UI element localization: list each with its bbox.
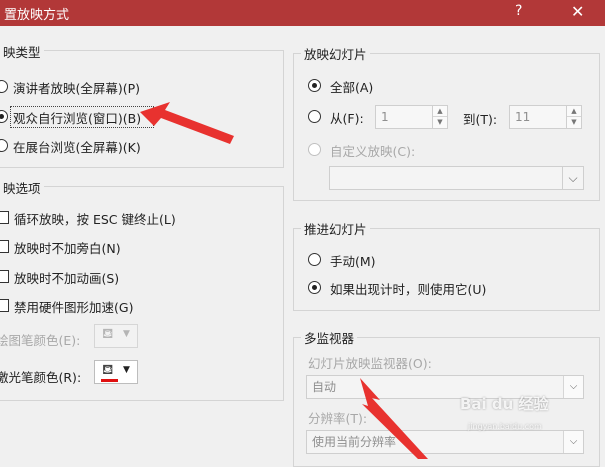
checkbox-loop[interactable] [0,211,9,224]
monitor-select-value: 自动 [312,380,337,394]
paint-bucket-icon: ⛾ [102,326,114,342]
chevron-down-icon: ⌵ [563,431,583,453]
close-button[interactable]: ✕ [571,2,584,21]
checkbox-no-narration-label: 放映时不加旁白(N) [14,241,121,256]
laser-color-label: 激光笔颜色(R): [0,370,82,385]
radio-from-slides-label: 从(F): [330,111,364,126]
show-slides-group-title: 放映幻灯片 [301,44,370,63]
checkbox-disable-hw-accel[interactable] [0,299,9,312]
resolution-select[interactable]: 使用当前分辨率 ⌵ [306,430,584,454]
chevron-down-icon: ⌵ [563,376,583,398]
spin-down-icon[interactable]: ▼ [567,117,581,128]
checkbox-loop-label: 循环放映，按 ESC 键终止(L) [14,212,176,227]
watermark-brand: Bai du 经验 [460,395,549,413]
to-label: 到(T): [463,112,498,127]
spin-up-icon[interactable]: ▲ [433,106,447,117]
caret-down-icon: ▼ [123,365,130,375]
radio-all-slides-label: 全部(A) [330,80,374,95]
to-input[interactable]: 11 [509,105,567,129]
checkbox-no-narration[interactable] [0,240,9,253]
advance-slides-group-title: 推进幻灯片 [301,219,370,238]
title-bar: 置放映方式 ? ✕ [0,0,605,26]
checkbox-no-animation[interactable] [0,270,9,283]
paint-bucket-icon: ⛾ [102,362,114,378]
monitors-group-title: 多监视器 [301,328,358,347]
pen-color-button[interactable]: ⛾ ▼ [94,324,138,348]
radio-from-slides[interactable] [308,110,321,123]
to-spinner[interactable]: ▲ ▼ [566,105,582,129]
radio-manual[interactable] [308,253,321,266]
annotation-arrow-icon [140,102,234,144]
show-type-group-title: 映类型 [0,42,44,61]
from-spinner[interactable]: ▲ ▼ [432,105,448,129]
checkbox-no-animation-label: 放映时不加动画(S) [14,271,120,286]
monitor-label: 幻灯片放映监视器(O): [308,356,432,371]
spin-down-icon[interactable]: ▼ [433,117,447,128]
show-options-group-title: 映选项 [0,178,44,197]
checkbox-disable-hw-accel-label: 禁用硬件图形加速(G) [14,300,134,315]
watermark-url: jingyan.baidu.com [468,422,542,431]
help-button[interactable]: ? [515,3,522,19]
caret-down-icon: ▼ [123,329,130,339]
radio-use-timings-label: 如果出现计时，则使用它(U) [330,282,487,297]
from-input[interactable]: 1 [375,105,433,129]
radio-manual-label: 手动(M) [330,254,376,269]
radio-presenter-label: 演讲者放映(全屏幕)(P) [13,81,141,96]
custom-show-select[interactable] [329,166,584,190]
radio-browsed-individual-label: 观众自行浏览(窗口)(B) [13,111,142,126]
annotation-arrow-icon [360,378,428,459]
custom-show-select-arrow[interactable]: ⌵ [562,166,584,190]
radio-use-timings[interactable] [308,281,321,294]
window-title: 置放映方式 [4,8,70,23]
laser-color-swatch [101,379,118,382]
radio-custom-show[interactable] [308,143,321,156]
radio-custom-show-label: 自定义放映(C): [330,144,416,159]
radio-all-slides[interactable] [308,79,321,92]
spin-up-icon[interactable]: ▲ [567,106,581,117]
laser-color-button[interactable]: ⛾ ▼ [94,360,138,384]
radio-kiosk-label: 在展台浏览(全屏幕)(K) [13,140,141,155]
pen-color-label: 绘图笔颜色(E): [0,333,81,348]
